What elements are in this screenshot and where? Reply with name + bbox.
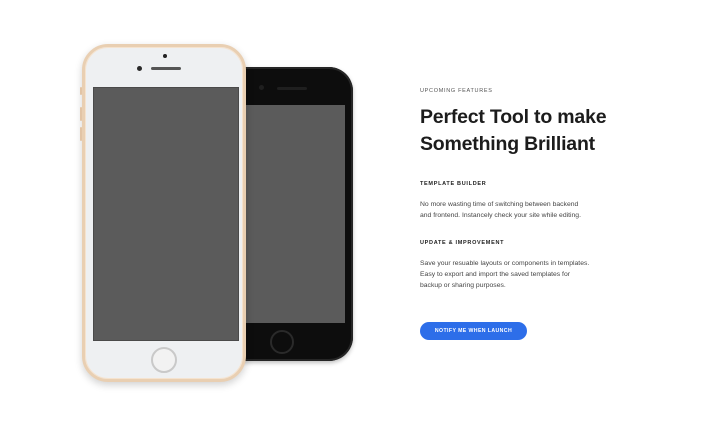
feature-text-line: and frontend. Instancely check your site… xyxy=(420,212,581,219)
volume-up-icon xyxy=(80,107,82,121)
feature-text-line: Save your resuable layouts or components… xyxy=(420,260,590,267)
home-button-icon xyxy=(151,347,177,373)
feature-text-template-builder: No more wasting time of switching betwee… xyxy=(420,199,620,221)
sensor-icon xyxy=(137,66,142,71)
section-title: Perfect Tool to make Something Brilliant xyxy=(420,104,700,158)
feature-text-line: Easy to export and import the saved temp… xyxy=(420,271,570,278)
phone-white-mockup-icon xyxy=(80,44,246,382)
phone-screen xyxy=(93,87,239,341)
feature-heading-template-builder: TEMPLATE BUILDER xyxy=(420,181,487,187)
section-eyebrow: UPCOMING FEATURES xyxy=(420,88,493,94)
volume-down-icon xyxy=(80,127,82,141)
feature-text-update-improvement: Save your resuable layouts or components… xyxy=(420,258,620,291)
speaker-icon xyxy=(151,67,181,70)
title-line-2: Something Brilliant xyxy=(420,133,595,155)
phone-screen xyxy=(243,105,345,323)
home-button-icon xyxy=(270,330,294,354)
camera-icon xyxy=(163,54,167,58)
feature-text-line: backup or sharing purposes. xyxy=(420,282,506,289)
title-line-1: Perfect Tool to make xyxy=(420,106,607,128)
speaker-icon xyxy=(277,87,307,90)
camera-icon xyxy=(259,85,264,90)
feature-heading-update-improvement: UPDATE & IMPROVEMENT xyxy=(420,240,505,246)
feature-text-line: No more wasting time of switching betwee… xyxy=(420,201,579,208)
page: UPCOMING FEATURES Perfect Tool to make S… xyxy=(0,0,720,428)
notify-me-button[interactable]: NOTIFY ME WHEN LAUNCH xyxy=(420,322,527,340)
mute-switch-icon xyxy=(80,87,82,95)
